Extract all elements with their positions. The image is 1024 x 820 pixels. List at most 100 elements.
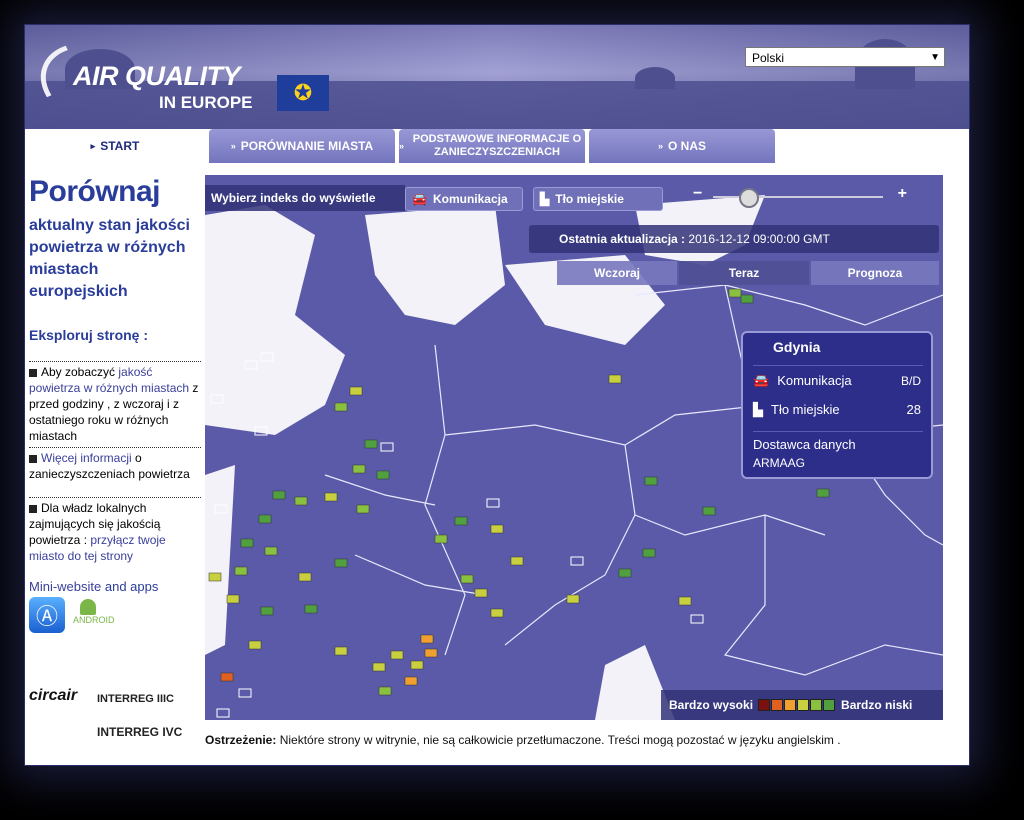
station-marker[interactable]: [816, 488, 830, 498]
station-marker[interactable]: [642, 548, 656, 558]
legend-swatch: [784, 699, 797, 711]
tab-forecast[interactable]: Prognoza: [811, 261, 939, 285]
mini-website-link[interactable]: Mini-website: [29, 579, 101, 594]
popup-background-value: 28: [906, 402, 921, 417]
more-info-link[interactable]: Więcej informacji: [41, 451, 132, 465]
station-marker-empty[interactable]: [486, 498, 500, 508]
station-marker[interactable]: [294, 496, 308, 506]
popup-traffic-row: 🚘 Komunikacja B/D: [753, 365, 923, 396]
station-marker-empty[interactable]: [570, 556, 584, 566]
zoom-in-button[interactable]: +: [898, 185, 907, 203]
station-marker[interactable]: [434, 534, 448, 544]
tab-start[interactable]: ▸ START: [25, 129, 205, 163]
station-marker[interactable]: [404, 676, 418, 686]
android-label: ANDROID: [73, 615, 115, 625]
station-marker[interactable]: [349, 386, 363, 396]
station-marker[interactable]: [460, 574, 474, 584]
station-marker[interactable]: [372, 662, 386, 672]
legend-swatch: [797, 699, 810, 711]
station-marker[interactable]: [510, 556, 524, 566]
tab-compare-cities[interactable]: » PORÓWNANIE MIASTA: [209, 129, 395, 163]
map-legend: Bardzo wysoki Bardzo niski: [661, 690, 943, 720]
bullet-icon: [29, 504, 37, 513]
tab-about[interactable]: » O NAS: [589, 129, 775, 163]
station-marker[interactable]: [234, 566, 248, 576]
station-marker-empty[interactable]: [238, 688, 252, 698]
station-marker[interactable]: [260, 606, 274, 616]
sidebar-subtitle: aktualny stan jakości powietrza w różnyc…: [29, 217, 190, 300]
station-marker[interactable]: [490, 524, 504, 534]
tab-now[interactable]: Teraz: [679, 261, 809, 285]
arrow-icon: ▸: [90, 140, 96, 151]
station-marker[interactable]: [226, 594, 240, 604]
station-marker-empty[interactable]: [690, 614, 704, 624]
station-marker[interactable]: [304, 604, 318, 614]
station-marker[interactable]: [490, 608, 504, 618]
station-marker[interactable]: [474, 588, 488, 598]
station-marker-empty[interactable]: [216, 708, 230, 718]
app-store-icon[interactable]: Ⓐ: [29, 597, 65, 633]
station-marker-empty[interactable]: [380, 442, 394, 452]
tab-about-label: O NAS: [668, 138, 707, 153]
station-marker[interactable]: [264, 546, 278, 556]
popup-traffic-label: Komunikacja: [777, 373, 852, 388]
traffic-index-button[interactable]: 🚘 Komunikacja: [405, 187, 523, 211]
station-marker[interactable]: [324, 492, 338, 502]
android-robot-icon: [80, 599, 96, 615]
station-marker[interactable]: [378, 686, 392, 696]
logo-subtitle: IN EUROPE: [159, 93, 253, 112]
station-marker[interactable]: [410, 660, 424, 670]
station-marker[interactable]: [272, 490, 286, 500]
station-marker[interactable]: [334, 646, 348, 656]
android-icon[interactable]: ANDROID: [73, 597, 115, 633]
translation-warning: Ostrzeżenie: Niektóre strony w witrynie,…: [205, 733, 965, 747]
zoom-handle[interactable]: [739, 188, 759, 208]
zoom-slider[interactable]: − +: [693, 185, 907, 208]
air-quality-map[interactable]: Wybierz indeks do wyświetle 🚘 Komunikacj…: [205, 175, 943, 720]
and-apps-text: and apps: [104, 579, 159, 594]
station-marker-gdynia[interactable]: [728, 288, 742, 298]
station-marker[interactable]: [334, 558, 348, 568]
interreg-ivc-logo: INTERREG IVC: [97, 725, 183, 739]
station-marker[interactable]: [566, 594, 580, 604]
tab-pollution-info[interactable]: » PODSTAWOWE INFORMACJE O ZANIECZYSZCZEN…: [399, 129, 585, 163]
zoom-out-button[interactable]: −: [693, 185, 702, 203]
station-marker[interactable]: [352, 464, 366, 474]
station-marker[interactable]: [390, 650, 404, 660]
station-marker[interactable]: [618, 568, 632, 578]
car-icon: 🚘: [412, 192, 427, 206]
station-marker[interactable]: [240, 538, 254, 548]
tab-yesterday[interactable]: Wczoraj: [557, 261, 677, 285]
station-marker[interactable]: [454, 516, 468, 526]
sea-area: [205, 205, 345, 435]
legend-high-label: Bardzo wysoki: [669, 698, 754, 712]
legend-swatch: [823, 699, 836, 711]
station-marker[interactable]: [208, 572, 222, 582]
background-index-button[interactable]: ▙ Tło miejskie: [533, 187, 663, 211]
station-marker[interactable]: [356, 504, 370, 514]
station-marker[interactable]: [334, 402, 348, 412]
station-marker[interactable]: [608, 374, 622, 384]
station-marker[interactable]: [420, 634, 434, 644]
mini-website-line: Mini-website and apps: [29, 579, 158, 594]
station-marker[interactable]: [678, 596, 692, 606]
popup-traffic-value: B/D: [900, 374, 921, 388]
station-marker-gdynia[interactable]: [740, 294, 754, 304]
station-marker[interactable]: [258, 514, 272, 524]
station-marker[interactable]: [702, 506, 716, 516]
popup-city: Gdynia: [773, 339, 821, 355]
popup-provider-value: ARMAAG: [753, 456, 806, 470]
station-marker[interactable]: [298, 572, 312, 582]
station-marker[interactable]: [424, 648, 438, 658]
car-icon: 🚘: [753, 373, 770, 388]
station-marker[interactable]: [248, 640, 262, 650]
station-marker[interactable]: [220, 672, 234, 682]
item-text: Aby zobaczyć: [41, 365, 116, 379]
language-select[interactable]: Polski ▼: [745, 47, 945, 67]
station-marker[interactable]: [644, 476, 658, 486]
arrow-icon: »: [399, 140, 405, 151]
last-update-bar: Ostatnia aktualizacja : 2016-12-12 09:00…: [529, 225, 939, 253]
station-marker[interactable]: [364, 439, 378, 449]
sidebar-item-authorities: Dla władz lokalnych zajmujących się jako…: [29, 497, 201, 564]
station-marker[interactable]: [376, 470, 390, 480]
